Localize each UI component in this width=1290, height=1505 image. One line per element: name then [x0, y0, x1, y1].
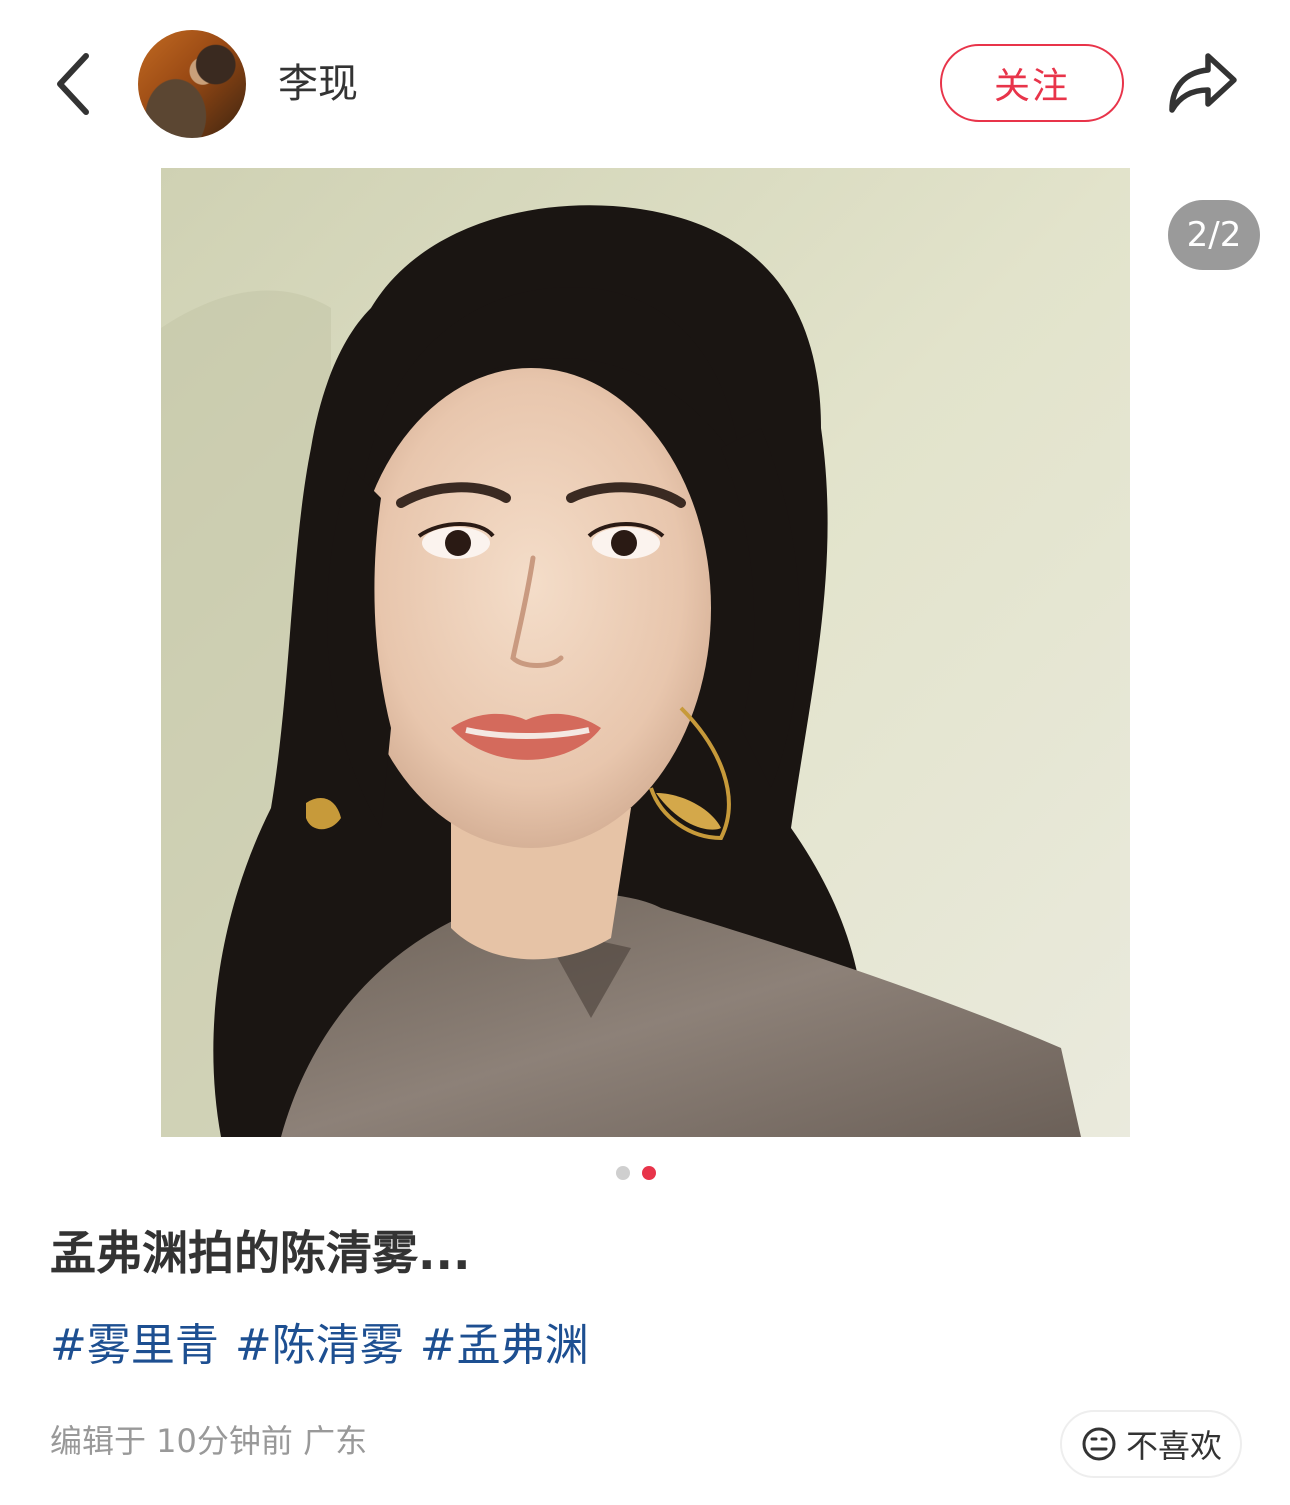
share-arrow-icon — [1169, 53, 1237, 113]
page-dot-2-active[interactable] — [642, 1166, 656, 1180]
username[interactable]: 李现 — [278, 58, 358, 110]
dislike-label: 不喜欢 — [1125, 1427, 1222, 1465]
neutral-face-icon — [1082, 1427, 1116, 1461]
pagination-dots — [616, 1166, 664, 1182]
tag-link[interactable]: #雾里青 — [50, 1316, 219, 1376]
page-counter-badge: 2/2 — [1168, 200, 1260, 270]
chevron-left-icon — [57, 53, 89, 115]
share-button[interactable] — [1166, 50, 1240, 116]
avatar[interactable] — [138, 30, 246, 138]
dislike-button[interactable]: 不喜欢 — [1060, 1410, 1242, 1478]
page-dot-1[interactable] — [616, 1166, 630, 1180]
follow-button[interactable]: 关注 — [940, 44, 1124, 122]
top-bar: 李现 关注 — [0, 0, 1290, 160]
portrait-image — [161, 168, 1130, 1137]
post-photo[interactable] — [161, 168, 1130, 1137]
tag-link[interactable]: #陈清雾 — [235, 1316, 404, 1376]
post-meta: 编辑于 10分钟前 广东 — [50, 1422, 368, 1460]
tag-list: #雾里青 #陈清雾 #孟弗渊 — [50, 1316, 589, 1376]
back-button[interactable] — [48, 48, 104, 120]
post-title: 孟弗渊拍的陈清雾... — [50, 1226, 471, 1280]
tag-link[interactable]: #孟弗渊 — [420, 1316, 589, 1376]
